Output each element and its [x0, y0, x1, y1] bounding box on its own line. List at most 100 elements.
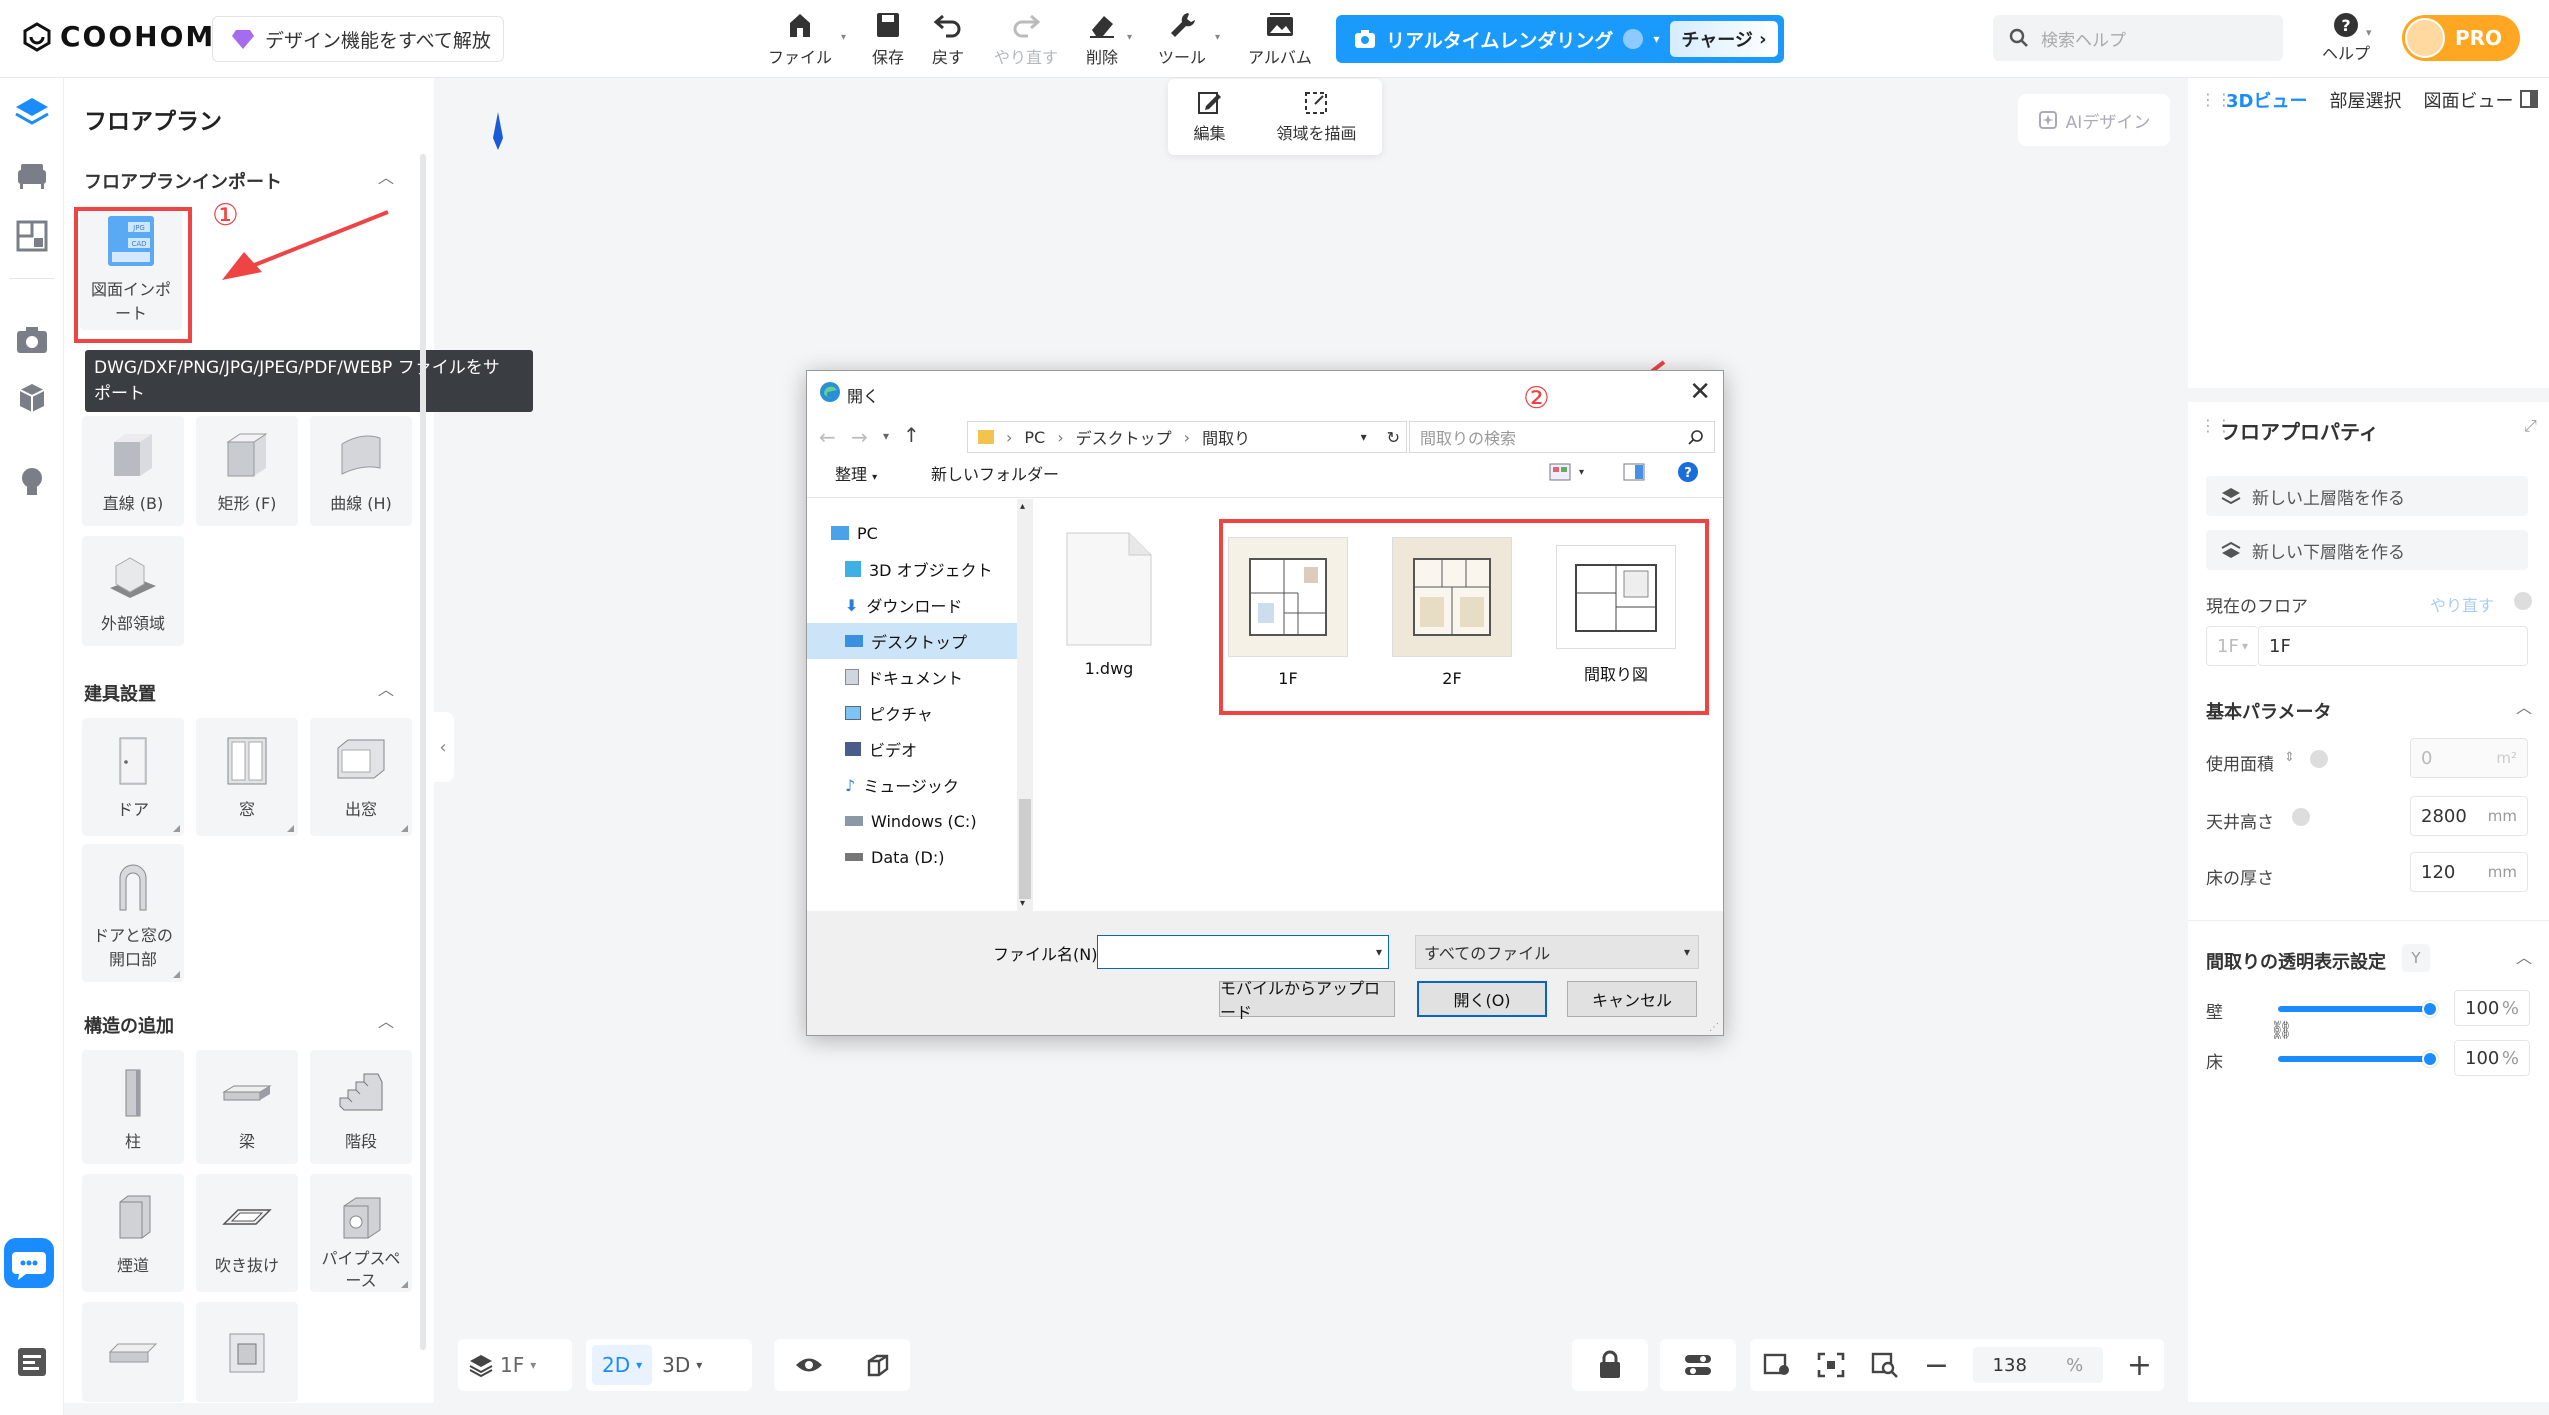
floor-transparency-slider[interactable] — [2278, 1056, 2430, 1062]
tree-item-videos[interactable]: ビデオ — [807, 731, 1017, 767]
mode-2d-button[interactable]: 2D ▾ — [592, 1345, 653, 1385]
fit-screen-icon[interactable] — [1816, 1351, 1846, 1379]
transparency-shortcut: Y — [2402, 944, 2430, 972]
mobile-upload-label: モバイルからアップロード — [1220, 979, 1381, 1022]
edit-button[interactable]: 編集 — [1193, 90, 1226, 144]
add-layer-icon — [2221, 488, 2241, 505]
floor-dropdown[interactable]: 1F ▾ — [458, 1345, 546, 1385]
address-bar[interactable]: › PC › デスクトップ › 間取り ▾ ↻ — [967, 421, 1407, 453]
floor-selector[interactable]: 1F ▾ — [458, 1339, 572, 1391]
view-options-chevron-icon[interactable]: ▾ — [1579, 467, 1584, 478]
panel-toggle-icon[interactable] — [2520, 90, 2538, 108]
ceiling-value: 2800 — [2421, 805, 2467, 827]
file-name-dwg: 1.dwg — [1084, 659, 1134, 678]
tree-item-desktop[interactable]: デスクトップ — [807, 623, 1017, 659]
zoom-in-button[interactable]: + — [2127, 1348, 2152, 1383]
tree-item-drive-d[interactable]: Data (D:) — [807, 839, 1017, 875]
tree-label-downloads: ダウンロード — [866, 597, 963, 616]
new-upper-label: 新しい上層階を作る — [2252, 488, 2405, 509]
tab-drawing-view[interactable]: 図面ビュー — [2423, 87, 2513, 113]
info-icon — [2292, 808, 2310, 826]
drive-d-icon — [845, 853, 863, 861]
floor-transparency-input[interactable]: 100% — [2454, 1040, 2530, 1076]
tree-item-documents[interactable]: ドキュメント — [807, 659, 1017, 695]
new-upper-floor-button[interactable]: 新しい上層階を作る — [2206, 476, 2528, 516]
drive-c-icon — [845, 816, 863, 826]
zoom-out-button[interactable]: − — [1924, 1348, 1949, 1383]
tree-label-pictures: ピクチャ — [869, 705, 933, 724]
tab-room-select[interactable]: 部屋選択 — [2329, 87, 2401, 113]
scroll-down-icon[interactable]: ▾ — [1020, 898, 1025, 909]
up-arrow-icon[interactable]: ↑ — [903, 423, 920, 447]
file-item-dwg[interactable]: 1.dwg — [1061, 531, 1157, 678]
view-settings-icon[interactable] — [1762, 1352, 1792, 1378]
redo-link[interactable]: やり直す — [2430, 592, 2494, 616]
breadcrumb-pc[interactable]: PC — [1024, 428, 1045, 447]
wall-slider-knob[interactable] — [2422, 1001, 2438, 1017]
floor-thickness-input[interactable]: 120 mm — [2410, 852, 2528, 892]
floor-unit: % — [2501, 1047, 2519, 1069]
tab-3d-view[interactable]: 3Dビュー — [2226, 87, 2307, 113]
compass-icon — [493, 112, 503, 150]
floor-slider-knob[interactable] — [2422, 1051, 2438, 1067]
floor-thickness-label: 床の厚さ — [2206, 869, 2274, 889]
forward-arrow-icon[interactable]: → — [851, 425, 868, 449]
wall-transparency-input[interactable]: 100% — [2454, 990, 2530, 1026]
drag-handle-icon[interactable]: ⋮⋮ — [2200, 90, 2232, 109]
floor-name-input[interactable]: 1F — [2258, 626, 2528, 666]
tree-scroll-thumb[interactable] — [1019, 799, 1031, 899]
new-lower-floor-button[interactable]: 新しい下層階を作る — [2206, 530, 2528, 570]
tree-item-3d-objects[interactable]: 3D オブジェクト — [807, 551, 1017, 587]
lock-icon[interactable] — [1597, 1350, 1623, 1380]
tree-item-pc[interactable]: PC — [807, 515, 1017, 551]
settings-toggle-icon[interactable] — [1683, 1352, 1713, 1378]
wall-label: 壁 — [2206, 1003, 2223, 1023]
ceiling-height-input[interactable]: 2800 mm — [2410, 796, 2528, 836]
chevron-up-icon[interactable]: ︿ — [2516, 694, 2532, 718]
zoom-input[interactable]: 138% — [1972, 1347, 2103, 1383]
link-icon[interactable]: ⛓ — [2270, 1020, 2293, 1041]
folder-search-input[interactable]: 間取りの検索 — [1409, 421, 1715, 453]
chevron-up-icon[interactable]: ︿ — [2516, 944, 2532, 968]
tree-scrollbar[interactable]: ▴ ▾ — [1017, 499, 1033, 911]
current-floor-label: 現在のフロア — [2206, 597, 2308, 617]
scroll-up-icon[interactable]: ▴ — [1020, 501, 1025, 512]
filename-chevron-icon[interactable]: ▾ — [1376, 945, 1382, 959]
open-button[interactable]: 開く(O) — [1417, 981, 1547, 1017]
ai-design-button[interactable]: AIデザイン — [2018, 94, 2170, 146]
filename-label: ファイル名(N): — [993, 945, 1103, 964]
mobile-upload-button[interactable]: モバイルからアップロード — [1219, 979, 1395, 1022]
folder-search-placeholder: 間取りの検索 — [1420, 429, 1517, 448]
back-arrow-icon[interactable]: ← — [819, 425, 836, 449]
expand-icon[interactable]: ⤢ — [2524, 416, 2537, 436]
address-chevron-icon[interactable]: ▾ — [1361, 430, 1367, 444]
breadcrumb-madori[interactable]: 間取り — [1202, 425, 1250, 449]
mode-2d-label: 2D — [602, 1353, 631, 1377]
preview-pane-icon[interactable] — [1623, 463, 1645, 481]
tree-item-pictures[interactable]: ピクチャ — [807, 695, 1017, 731]
refresh-icon[interactable]: ↻ — [1387, 428, 1400, 447]
draw-area-button[interactable]: 領域を描画 — [1276, 90, 1357, 144]
filename-input[interactable]: ▾ — [1097, 935, 1389, 969]
cancel-button[interactable]: キャンセル — [1567, 981, 1697, 1017]
tree-item-drive-c[interactable]: Windows (C:) — [807, 803, 1017, 839]
breadcrumb-desktop[interactable]: デスクトップ — [1076, 425, 1172, 449]
tree-item-downloads[interactable]: ⬇ ダウンロード — [807, 587, 1017, 623]
help-icon[interactable]: ? — [1677, 461, 1699, 483]
cube-icon[interactable] — [863, 1351, 891, 1379]
wall-transparency-slider[interactable] — [2278, 1006, 2430, 1012]
mode-3d-button[interactable]: 3D ▾ — [652, 1345, 712, 1385]
transparency-title: 間取りの透明表示設定 — [2206, 952, 2386, 973]
draw-area-label: 領域を描画 — [1276, 124, 1357, 143]
tree-item-music[interactable]: ♪ ミュージック — [807, 767, 1017, 803]
organize-menu[interactable]: 整理 ▾ — [835, 461, 877, 485]
eye-icon[interactable] — [794, 1354, 824, 1376]
view-options-icon[interactable] — [1549, 463, 1571, 481]
floor-properties-panel: ⋮⋮ フロアプロパティ ⤢ 新しい上層階を作る 新しい下層階を作る 現在のフロア… — [2188, 402, 2549, 1402]
zoom-area-icon[interactable] — [1870, 1351, 1900, 1379]
close-icon[interactable]: ✕ — [1689, 377, 1711, 407]
new-folder-button[interactable]: 新しいフォルダー — [931, 461, 1059, 485]
file-type-select[interactable]: すべてのファイル ▾ — [1415, 935, 1699, 969]
recent-chevron-icon[interactable]: ▾ — [883, 429, 889, 443]
resize-grip-icon[interactable]: ⋰ — [1709, 1022, 1719, 1033]
